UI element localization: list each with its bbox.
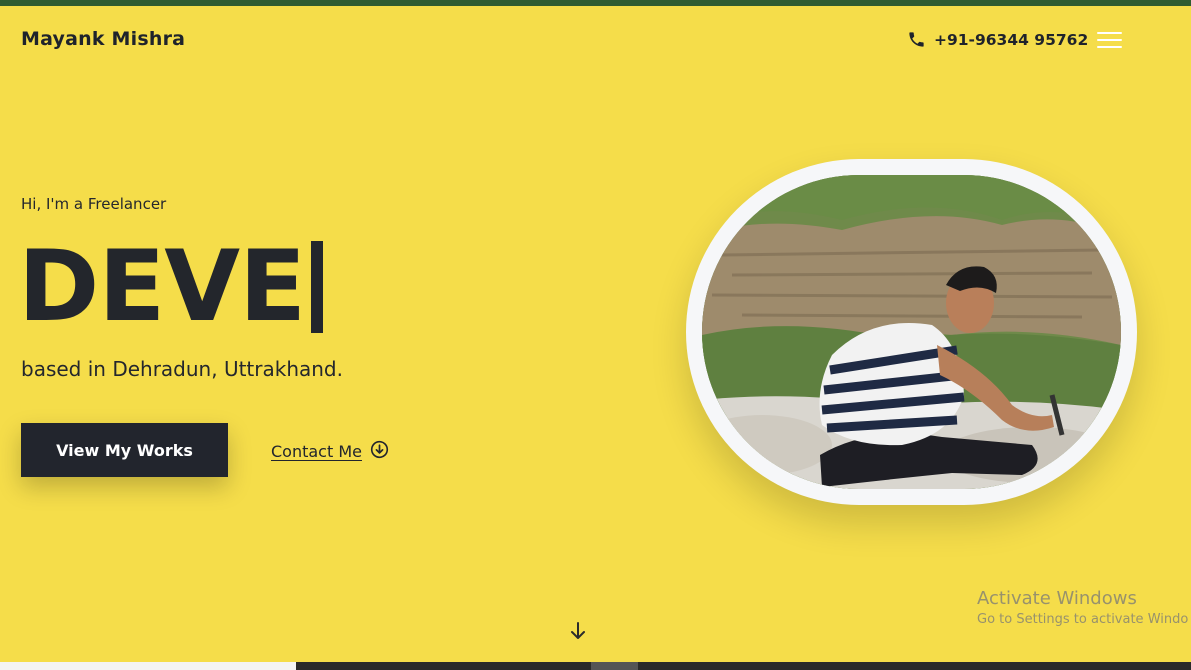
top-accent-strip bbox=[0, 0, 1191, 6]
hero-title-text: DEVE bbox=[18, 230, 306, 344]
site-brand[interactable]: Mayank Mishra bbox=[21, 28, 185, 50]
arrow-down-icon[interactable] bbox=[569, 621, 587, 641]
activate-windows-subtitle: Go to Settings to activate Windo bbox=[977, 612, 1189, 627]
hero-intro: Hi, I'm a Freelancer bbox=[21, 195, 167, 213]
view-my-works-button[interactable]: View My Works bbox=[21, 423, 228, 477]
typing-caret bbox=[311, 241, 324, 333]
phone-contact[interactable]: +91-96344 95762 bbox=[907, 30, 1088, 49]
activate-windows-title: Activate Windows bbox=[977, 588, 1137, 609]
contact-me-label: Contact Me bbox=[271, 442, 362, 461]
phone-icon bbox=[907, 30, 926, 49]
arrow-circle-down-icon bbox=[370, 440, 389, 463]
preview-mid-panel bbox=[591, 662, 638, 670]
profile-photo-frame bbox=[686, 159, 1137, 505]
phone-number: +91-96344 95762 bbox=[934, 30, 1089, 49]
preview-left-panel bbox=[0, 662, 296, 670]
hero-typing-title: DEVE bbox=[18, 230, 324, 344]
profile-photo bbox=[702, 175, 1121, 489]
next-section-preview bbox=[0, 662, 1191, 670]
contact-me-link[interactable]: Contact Me bbox=[271, 440, 389, 463]
hero-location: based in Dehradun, Uttrakhand. bbox=[21, 357, 343, 381]
hamburger-menu-icon[interactable] bbox=[1097, 32, 1122, 48]
